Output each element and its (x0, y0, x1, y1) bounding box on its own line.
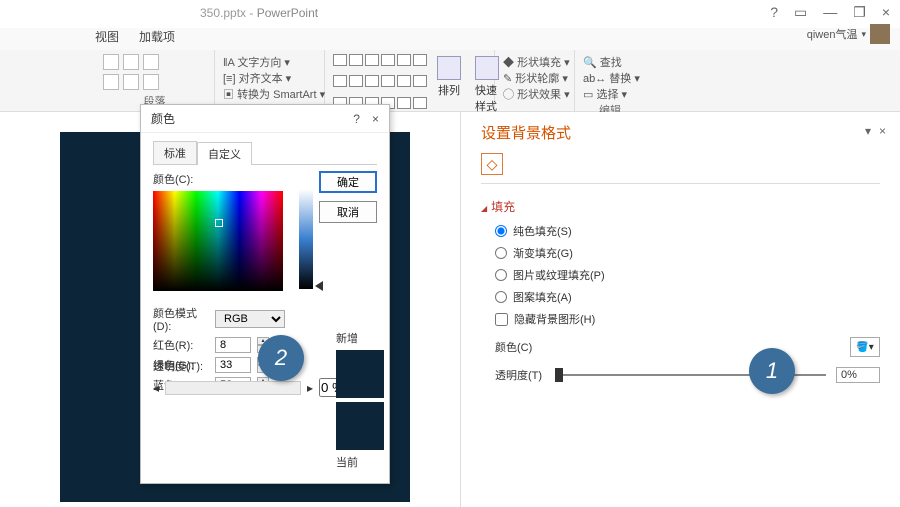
current-label: 当前 (336, 454, 384, 470)
cancel-button[interactable]: 取消 (319, 201, 377, 223)
align-text-button[interactable]: [≡] 对齐文本 ▾ (223, 70, 316, 86)
menu-tabs: 视图 加载项 (0, 28, 900, 50)
fill-section: 填充 纯色填充(S) 渐变填充(G) 图片或纹理填充(P) 图案填充(A) 隐藏… (481, 198, 880, 383)
ribbon-group-drawing: 排列 快速样式 绘图 (325, 50, 495, 111)
ribbon-group-paragraph: 段落 (95, 50, 215, 111)
dialog-title: 颜色 (151, 110, 175, 127)
align-left-icon[interactable] (103, 74, 119, 90)
current-swatch (336, 402, 384, 450)
align-center-icon[interactable] (123, 74, 139, 90)
user-name: qiwen气温 (807, 26, 858, 42)
new-label: 新增 (336, 330, 384, 346)
ribbon-group-shape-format: ◆ 形状填充 ▾ ✎ 形状轮廓 ▾ ◯ 形状效果 ▾ (495, 50, 575, 111)
transparency-row: 透明度(T) 0% (495, 367, 880, 383)
window-controls: ? ▭ — ❐ × (770, 4, 890, 21)
dialog-titlebar: 颜色 ? × (141, 105, 389, 133)
luminance-slider[interactable] (299, 189, 313, 289)
minimize-icon[interactable]: — (823, 4, 837, 21)
ok-button[interactable]: 确定 (319, 171, 377, 193)
transparency-label: 透明度(T) (495, 367, 545, 383)
tab-custom[interactable]: 自定义 (197, 142, 252, 165)
checkbox-hide-bg[interactable]: 隐藏背景图形(H) (495, 311, 880, 327)
ribbon-display-icon[interactable]: ▭ (794, 4, 807, 21)
mode-label: 颜色模式(D): (153, 305, 209, 333)
radio-solid-fill[interactable]: 纯色填充(S) (495, 223, 880, 239)
callout-badge-2: 2 (258, 335, 304, 381)
indent-icon[interactable] (143, 54, 159, 70)
replace-button[interactable]: ab↔ 替换 ▾ (583, 70, 637, 86)
color-crosshair-icon[interactable] (215, 219, 223, 227)
fill-tab-icon[interactable]: ◇ (481, 153, 503, 175)
list-icon[interactable] (123, 54, 139, 70)
align-icon[interactable] (103, 54, 119, 70)
window-title: 350.pptx - PowerPoint (200, 6, 318, 20)
ribbon-group-editing: 🔍 查找 ab↔ 替换 ▾ ▭ 选择 ▾ 编辑 (575, 50, 645, 111)
filename: 350.pptx (200, 6, 246, 20)
color-label: 颜色(C) (495, 339, 545, 355)
align-right-icon[interactable] (143, 74, 159, 90)
ribbon-group-text: ‖A 文字方向 ▾ [≡] 对齐文本 ▾ ▣ 转换为 SmartArt ▾ (215, 50, 325, 111)
main-area: 设置背景格式 ▾ × ◇ 填充 纯色填充(S) 渐变填充(G) 图片或纹理填充(… (0, 112, 900, 507)
radio-picture-fill[interactable]: 图片或纹理填充(P) (495, 267, 880, 283)
pane-title: 设置背景格式 (481, 122, 880, 143)
new-swatch (336, 350, 384, 398)
pane-dropdown-icon[interactable]: ▾ (865, 124, 871, 138)
text-direction-button[interactable]: ‖A 文字方向 ▾ (223, 54, 316, 70)
close-icon[interactable]: × (882, 4, 890, 21)
trans-right-arrow-icon[interactable]: ▸ (307, 381, 313, 395)
format-background-pane: 设置背景格式 ▾ × ◇ 填充 纯色填充(S) 渐变填充(G) 图片或纹理填充(… (460, 112, 900, 507)
dialog-tabs: 标准 自定义 (153, 141, 377, 165)
help-icon[interactable]: ? (770, 4, 778, 21)
tab-standard[interactable]: 标准 (153, 141, 197, 164)
trans-left-arrow-icon[interactable]: ◂ (153, 381, 159, 395)
restore-icon[interactable]: ❐ (853, 4, 866, 21)
transparency-value[interactable]: 0% (836, 367, 880, 383)
radio-gradient-fill[interactable]: 渐变填充(G) (495, 245, 880, 261)
find-button[interactable]: 🔍 查找 (583, 54, 637, 70)
shape-effects-button[interactable]: ◯ 形状效果 ▾ (503, 86, 566, 102)
pane-controls: ▾ × (865, 124, 886, 138)
callout-badge-1: 1 (749, 348, 795, 394)
tab-addins[interactable]: 加载项 (139, 28, 175, 50)
shape-fill-button[interactable]: ◆ 形状填充 ▾ (503, 54, 566, 70)
red-label: 红色(R): (153, 337, 209, 353)
luminance-arrow-icon[interactable] (315, 281, 323, 291)
user-area[interactable]: qiwen气温 ▾ (807, 24, 890, 44)
pane-close-icon[interactable]: × (879, 124, 886, 138)
shape-outline-button[interactable]: ✎ 形状轮廓 ▾ (503, 70, 566, 86)
avatar[interactable] (870, 24, 890, 44)
arrange-button[interactable]: 排列 (433, 54, 465, 116)
tab-view[interactable]: 视图 (95, 28, 119, 50)
color-preview: 新增 当前 (336, 330, 384, 470)
red-input[interactable] (215, 337, 251, 353)
ribbon: 段落 ‖A 文字方向 ▾ [≡] 对齐文本 ▾ ▣ 转换为 SmartArt ▾… (0, 50, 900, 112)
dialog-trans-slider[interactable] (165, 381, 301, 395)
arrange-icon (437, 56, 461, 80)
color-picker-button[interactable]: 🪣▾ (850, 337, 880, 357)
app-name: PowerPoint (257, 6, 318, 20)
dialog-help-icon[interactable]: ? (353, 112, 360, 126)
smartart-button[interactable]: ▣ 转换为 SmartArt ▾ (223, 86, 316, 102)
select-button[interactable]: ▭ 选择 ▾ (583, 86, 637, 102)
color-field[interactable] (153, 191, 283, 291)
fill-section-title[interactable]: 填充 (481, 198, 880, 215)
title-bar: 350.pptx - PowerPoint ? ▭ — ❐ × (0, 0, 900, 28)
mode-select[interactable]: RGB (215, 310, 285, 328)
color-row: 颜色(C) 🪣▾ (495, 337, 880, 357)
dialog-close-icon[interactable]: × (372, 112, 379, 126)
radio-pattern-fill[interactable]: 图案填充(A) (495, 289, 880, 305)
